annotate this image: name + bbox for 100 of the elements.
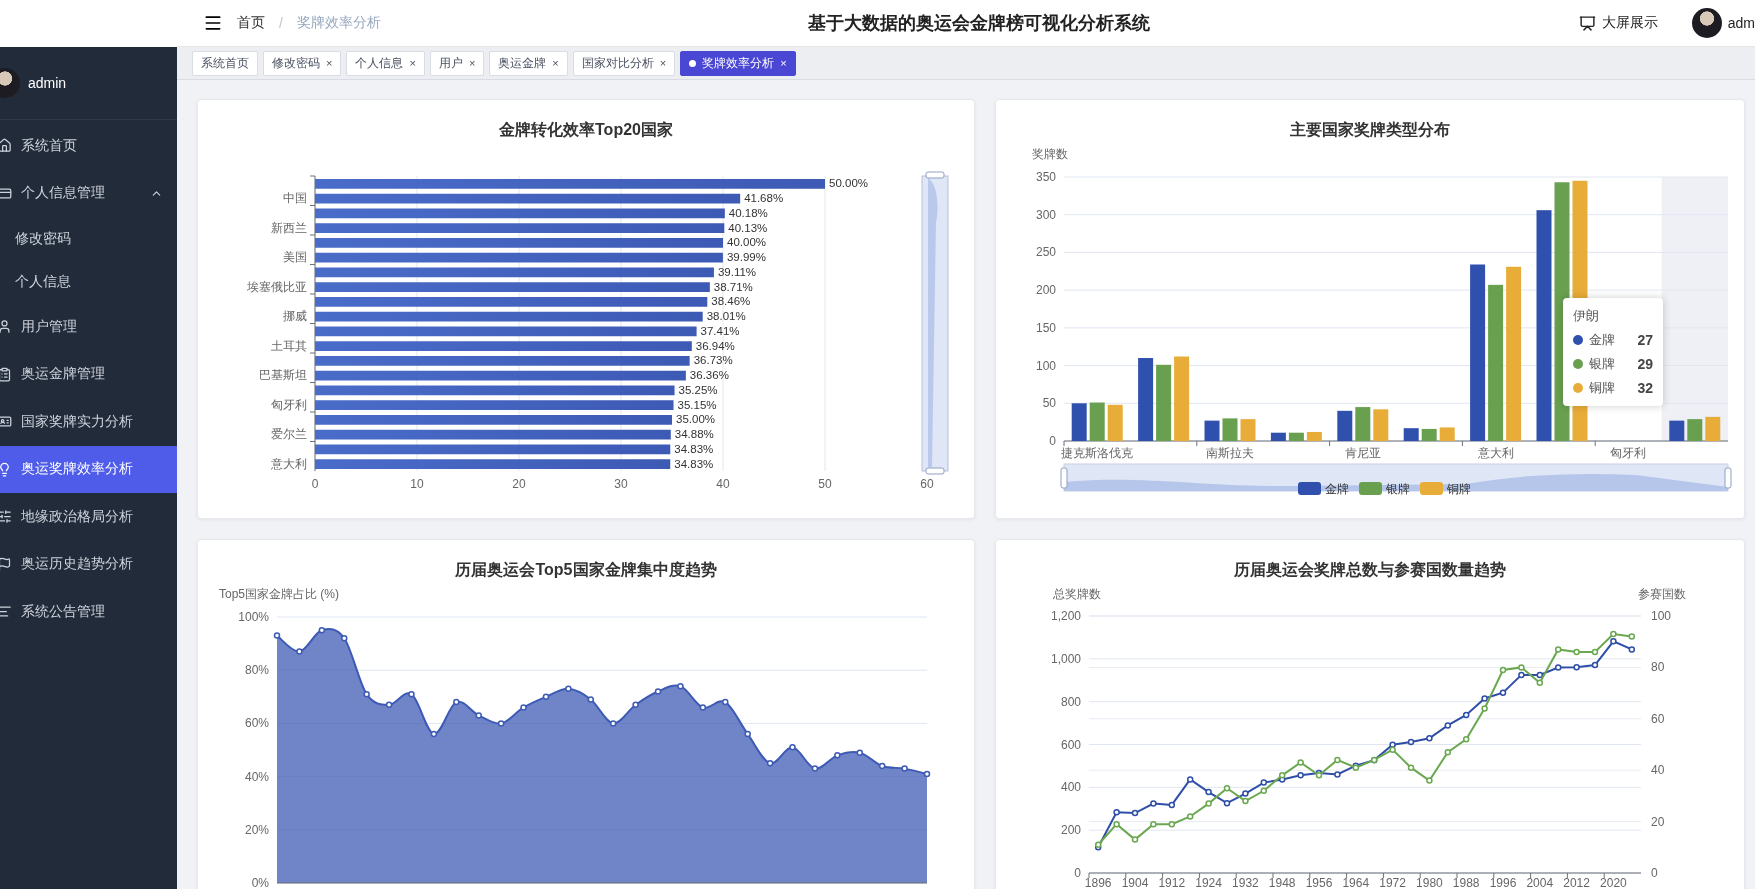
axis-tick-label: 1924 bbox=[1195, 876, 1222, 889]
axis-tick-label: 60 bbox=[920, 477, 934, 491]
axis-tick-label: 1956 bbox=[1305, 876, 1333, 889]
category-label: 新西兰 bbox=[271, 220, 307, 235]
axis-tick-label: 2004 bbox=[1526, 876, 1554, 889]
value-label: 35.00% bbox=[676, 413, 715, 426]
category-label: 巴基斯坦 bbox=[259, 368, 307, 383]
breadcrumb-item: 奖牌效率分析 bbox=[296, 14, 381, 32]
value-label: 35.15% bbox=[677, 398, 717, 411]
category-label: 意大利 bbox=[271, 456, 307, 471]
axis-title: Top5国家金牌占比 (%) bbox=[219, 587, 340, 601]
axis-tick-label: 600 bbox=[1060, 737, 1081, 752]
axis-tick-label: 60 bbox=[1651, 711, 1665, 726]
series-value: 32 bbox=[1637, 380, 1653, 396]
value-label: 40.00% bbox=[727, 236, 766, 249]
axis-tick-label: 50 bbox=[818, 477, 832, 491]
series-name: 铜牌 bbox=[1589, 379, 1616, 397]
axis-tick-label: 1912 bbox=[1158, 876, 1186, 889]
axis-title: 总奖牌数 bbox=[1053, 587, 1101, 601]
axis-tick-label: 1904 bbox=[1121, 876, 1149, 889]
category-label: 爱尔兰 bbox=[271, 427, 307, 442]
value-label: 40.18% bbox=[728, 206, 768, 219]
axis-tick-label: 800 bbox=[1060, 694, 1081, 709]
category-label: 匈牙利 bbox=[271, 397, 307, 412]
value-label: 39.11% bbox=[717, 265, 757, 278]
axis-tick-label: 1988 bbox=[1452, 876, 1480, 889]
axis-tick-label: 0 bbox=[1651, 866, 1658, 880]
value-label: 34.83% bbox=[674, 442, 714, 455]
category-label: 匈牙利 bbox=[1610, 446, 1647, 460]
axis-tick-label: 400 bbox=[1060, 780, 1081, 795]
series-value: 27 bbox=[1637, 332, 1653, 348]
category-label: 中国 bbox=[283, 191, 307, 206]
value-label: 36.73% bbox=[693, 354, 733, 367]
axis-tick-label: 1932 bbox=[1232, 876, 1259, 889]
axis-tick-label: 1972 bbox=[1379, 876, 1406, 889]
axis-tick-label: 1948 bbox=[1268, 876, 1296, 889]
breadcrumb-separator: / bbox=[279, 15, 283, 31]
axis-tick-label: 0 bbox=[311, 477, 319, 491]
value-label: 37.41% bbox=[700, 324, 740, 337]
axis-tick-label: 80% bbox=[244, 663, 269, 678]
chart-title: 金牌转化效率Top20国家 bbox=[498, 120, 674, 140]
axis-title: 奖牌数 bbox=[1032, 147, 1068, 161]
user-name: admin bbox=[28, 75, 67, 91]
axis-tick-label: 1,200 bbox=[1050, 609, 1081, 623]
value-label: 39.99% bbox=[726, 251, 766, 264]
axis-tick-label: 100% bbox=[238, 610, 269, 624]
value-label: 36.36% bbox=[689, 369, 729, 382]
value-label: 38.71% bbox=[713, 280, 753, 293]
axis-tick-label: 0 bbox=[1049, 434, 1056, 448]
category-label: 捷克斯洛伐克 bbox=[1061, 446, 1134, 460]
axis-tick-label: 100 bbox=[1035, 358, 1056, 373]
axis-tick-label: 1,000 bbox=[1050, 651, 1081, 666]
value-label: 36.94% bbox=[695, 339, 735, 352]
category-label: 意大利 bbox=[1477, 446, 1514, 460]
chart-title: 历届奥运会Top5国家金牌集中度趋势 bbox=[454, 560, 718, 580]
axis-tick-label: 20 bbox=[1651, 814, 1665, 829]
chart-title: 主要国家奖牌类型分布 bbox=[1289, 120, 1451, 140]
axis-tick-label: 100 bbox=[1651, 609, 1672, 623]
axis-tick-label: 1980 bbox=[1416, 876, 1443, 889]
category-label: 南斯拉夫 bbox=[1206, 446, 1254, 460]
category-label: 肯尼亚 bbox=[1344, 446, 1381, 460]
axis-tick-label: 2020 bbox=[1600, 876, 1627, 889]
chart-title: 历届奥运会奖牌总数与参赛国数量趋势 bbox=[1233, 560, 1507, 580]
axis-title: 参赛国数 bbox=[1638, 587, 1686, 601]
axis-tick-label: 1896 bbox=[1084, 876, 1112, 889]
axis-tick-label: 150 bbox=[1035, 320, 1056, 335]
axis-tick-label: 200 bbox=[1035, 283, 1056, 298]
axis-tick-label: 40 bbox=[716, 477, 730, 491]
value-label: 38.01% bbox=[706, 310, 746, 323]
axis-tick-label: 80 bbox=[1651, 660, 1665, 675]
axis-tick-label: 20 bbox=[512, 477, 526, 491]
value-label: 41.68% bbox=[744, 192, 784, 205]
axis-tick-label: 40 bbox=[1651, 763, 1665, 778]
axis-tick-label: 1996 bbox=[1489, 876, 1517, 889]
axis-tick-label: 20% bbox=[244, 822, 269, 837]
value-label: 40.13% bbox=[728, 221, 768, 234]
category-label: 挪威 bbox=[283, 309, 307, 324]
axis-tick-label: 250 bbox=[1035, 245, 1056, 260]
category-label: 埃塞俄比亚 bbox=[247, 279, 307, 294]
value-label: 34.83% bbox=[674, 457, 714, 470]
category-label: 美国 bbox=[283, 250, 307, 265]
axis-tick-label: 10 bbox=[410, 477, 424, 491]
axis-tick-label: 40% bbox=[244, 769, 269, 784]
tooltip-title: 伊朗 bbox=[1573, 307, 1600, 325]
series-name: 银牌 bbox=[1589, 355, 1616, 373]
axis-tick-label: 1964 bbox=[1342, 876, 1370, 889]
axis-tick-label: 0% bbox=[251, 876, 269, 889]
axis-tick-label: 300 bbox=[1035, 207, 1056, 222]
value-label: 34.88% bbox=[674, 428, 714, 441]
value-label: 38.46% bbox=[711, 295, 751, 308]
axis-tick-label: 350 bbox=[1035, 170, 1056, 184]
value-label: 35.25% bbox=[678, 383, 718, 396]
axis-tick-label: 200 bbox=[1060, 823, 1081, 838]
axis-tick-label: 2012 bbox=[1563, 876, 1590, 889]
axis-tick-label: 50 bbox=[1042, 396, 1056, 411]
app-title: 基于大数据的奥运会金牌榜可视化分析系统 bbox=[808, 12, 1150, 35]
axis-tick-label: 30 bbox=[614, 477, 628, 491]
axis-tick-label: 60% bbox=[244, 716, 269, 731]
series-value: 29 bbox=[1637, 356, 1653, 372]
category-label: 土耳其 bbox=[271, 338, 307, 353]
